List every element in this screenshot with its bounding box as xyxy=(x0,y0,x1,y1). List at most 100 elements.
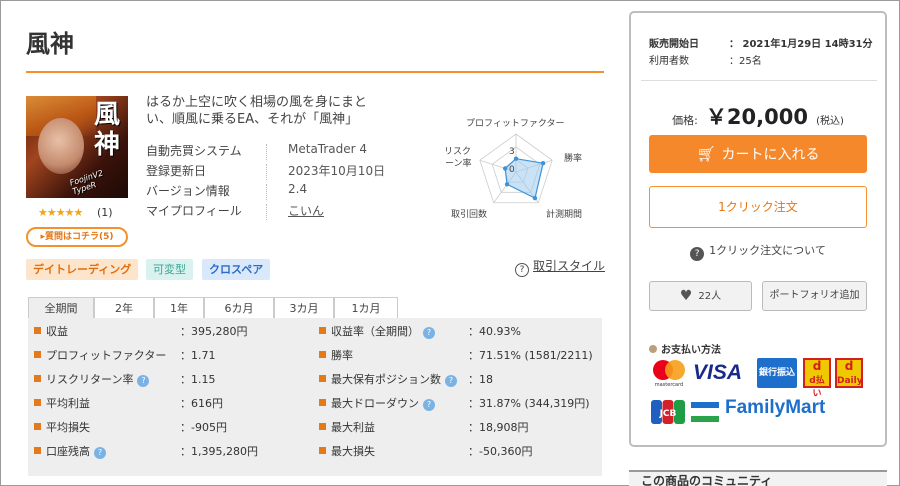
stat-label: 収益率（全期間）? xyxy=(319,320,435,344)
stat-label: 最大損失 xyxy=(319,440,375,464)
question-icon: ? xyxy=(690,247,705,261)
tag-variable[interactable]: 可変型 xyxy=(146,259,193,280)
add-to-cart-button[interactable]: 🛒︎ カートに入れる xyxy=(649,135,867,173)
stat-label: 最大ドローダウン? xyxy=(319,392,435,416)
stat-label: 平均損失 xyxy=(34,416,90,440)
price-value: ￥20,000 xyxy=(705,105,808,129)
bullet-square xyxy=(34,351,41,358)
svg-text:JCB: JCB xyxy=(659,409,677,419)
help-icon[interactable]: ? xyxy=(445,375,457,387)
familymart-logo: FamilyMart xyxy=(725,397,826,418)
tag-cross-pair[interactable]: クロスペア xyxy=(202,259,271,280)
bullet-square xyxy=(34,447,41,454)
stat-label: プロフィットファクター xyxy=(34,344,166,368)
bullet-square xyxy=(34,423,41,430)
info-value: 2.4 xyxy=(288,182,308,196)
tab-1-month[interactable]: 1カ月 xyxy=(334,297,398,319)
info-value: 2023年10月10日 xyxy=(288,164,386,178)
stat-label: リスクリターン率? xyxy=(34,368,150,392)
release-value: ： 2021年1月29日 14時31分 xyxy=(729,39,873,50)
d-payment-logo: d d払い xyxy=(803,358,831,399)
radar-scale-min: 0 xyxy=(509,165,515,175)
stat-value: ：616円 xyxy=(180,397,223,410)
stat-value: ：-50,360円 xyxy=(468,445,533,458)
stats-row: プロフィットファクター ：1.71 勝率 ：71.51% (1581/2211) xyxy=(28,344,602,368)
familymart-mark xyxy=(691,402,719,422)
bullet-square xyxy=(34,327,41,334)
rating-stars[interactable]: ★★★★★ xyxy=(38,206,83,219)
help-icon[interactable]: ? xyxy=(94,447,106,459)
tab-all-period[interactable]: 全期間 xyxy=(28,297,94,319)
stat-value: ：18,908円 xyxy=(468,421,529,434)
product-image-kanji: 風神 xyxy=(94,100,121,160)
visa-logo: VISA xyxy=(693,361,743,384)
profile-link[interactable]: こいん xyxy=(288,202,324,219)
help-icon[interactable]: ? xyxy=(423,399,435,411)
title-underline xyxy=(26,71,604,73)
question-icon: ? xyxy=(515,263,529,277)
bullet-square xyxy=(319,375,326,382)
radar-label-win-rate: 勝率 xyxy=(564,152,582,164)
bullet-square xyxy=(34,399,41,406)
radar-point-trade-count xyxy=(504,182,510,187)
tab-6-months[interactable]: 6カ月 xyxy=(204,297,274,319)
info-divider xyxy=(266,144,267,160)
stat-label: 口座残高? xyxy=(34,440,106,464)
help-icon[interactable]: ? xyxy=(423,327,435,339)
svg-text:mastercard: mastercard xyxy=(655,382,683,388)
stat-label: 最大保有ポジション数? xyxy=(319,368,457,392)
add-portfolio-button[interactable]: ポートフォリオ追加 xyxy=(762,281,867,311)
bullet-dot xyxy=(649,345,657,353)
radar-label-risk-return-2: ターン率 xyxy=(446,157,472,169)
tab-2-years[interactable]: 2年 xyxy=(94,297,154,319)
users-value: ：25名 xyxy=(729,56,762,67)
bullet-square xyxy=(319,399,326,406)
stat-value: ：1.71 xyxy=(180,349,216,362)
stats-row: 平均利益 ：616円 最大ドローダウン? ：31.87% (344,319円) xyxy=(28,392,602,416)
community-header: この商品のコミュニティ xyxy=(629,470,887,486)
stats-row: 平均損失 ：-905円 最大利益 ：18,908円 xyxy=(28,416,602,440)
cart-icon: 🛒︎ xyxy=(696,145,716,163)
radar-label-trade-count: 取引回数 xyxy=(451,208,487,220)
info-key: マイプロフィール xyxy=(146,204,242,218)
tab-1-year[interactable]: 1年 xyxy=(154,297,204,319)
tab-3-months[interactable]: 3カ月 xyxy=(274,297,334,319)
stat-value: ：-905円 xyxy=(180,421,227,434)
stats-panel: 収益 ：395,280円 収益率（全期間）? ：40.93% プロフィットファク… xyxy=(28,318,602,476)
bullet-square xyxy=(319,447,326,454)
info-key: 登録更新日 xyxy=(146,164,207,178)
about-one-click-link[interactable]: ? 1クリック注文について xyxy=(631,242,885,261)
payment-title: お支払い方法 xyxy=(649,341,721,356)
radar-point-win-rate xyxy=(540,160,546,166)
catchphrase: はるか上空に吹く相場の風を身にまとい、順風に乗るEA、それが「風神」 xyxy=(146,95,368,127)
info-divider xyxy=(266,204,267,220)
stat-label: 最大利益 xyxy=(319,416,375,440)
trade-style-link[interactable]: ? 取引スタイル xyxy=(515,257,605,277)
rating-count[interactable]: (1) xyxy=(97,206,113,219)
help-icon[interactable]: ? xyxy=(137,375,150,387)
trade-style-label: 取引スタイル xyxy=(533,259,606,273)
page-title: 風神 xyxy=(26,30,74,58)
question-button[interactable]: ▸質問はコチラ(5) xyxy=(26,227,128,247)
radar-label-profit-factor: プロフィットファクター xyxy=(466,118,564,129)
price-tax: (税込) xyxy=(816,116,844,127)
bullet-square xyxy=(319,423,326,430)
info-divider xyxy=(266,164,267,180)
stats-row: 口座残高? ：1,395,280円 最大損失 ：-50,360円 xyxy=(28,440,602,464)
radar-point-risk-return xyxy=(502,166,508,171)
bullet-square xyxy=(319,327,326,334)
stat-value: ：395,280円 xyxy=(180,325,248,338)
radar-scale-max: 3 xyxy=(509,147,515,157)
info-key: バージョン情報 xyxy=(146,184,230,198)
price-label: 価格: xyxy=(672,114,698,127)
purchase-sidebar: 販売開始日 ： 2021年1月29日 14時31分 利用者数 ：25名 価格: … xyxy=(629,11,887,447)
favorite-button[interactable]: ♥ 22人 xyxy=(649,281,752,311)
price: 価格: ￥20,000 (税込) xyxy=(631,101,885,131)
product-image[interactable]: 風神 FoojinV2 TypeR xyxy=(26,96,128,198)
info-divider xyxy=(266,184,267,200)
users-label: 利用者数 xyxy=(649,56,689,67)
jcb-logo: JCB xyxy=(651,400,685,424)
one-click-order-button[interactable]: 1クリック注文 xyxy=(649,186,867,228)
radar-label-periods: 計測期間 xyxy=(546,208,582,220)
tag-day-trading[interactable]: デイトレーディング xyxy=(26,259,139,280)
